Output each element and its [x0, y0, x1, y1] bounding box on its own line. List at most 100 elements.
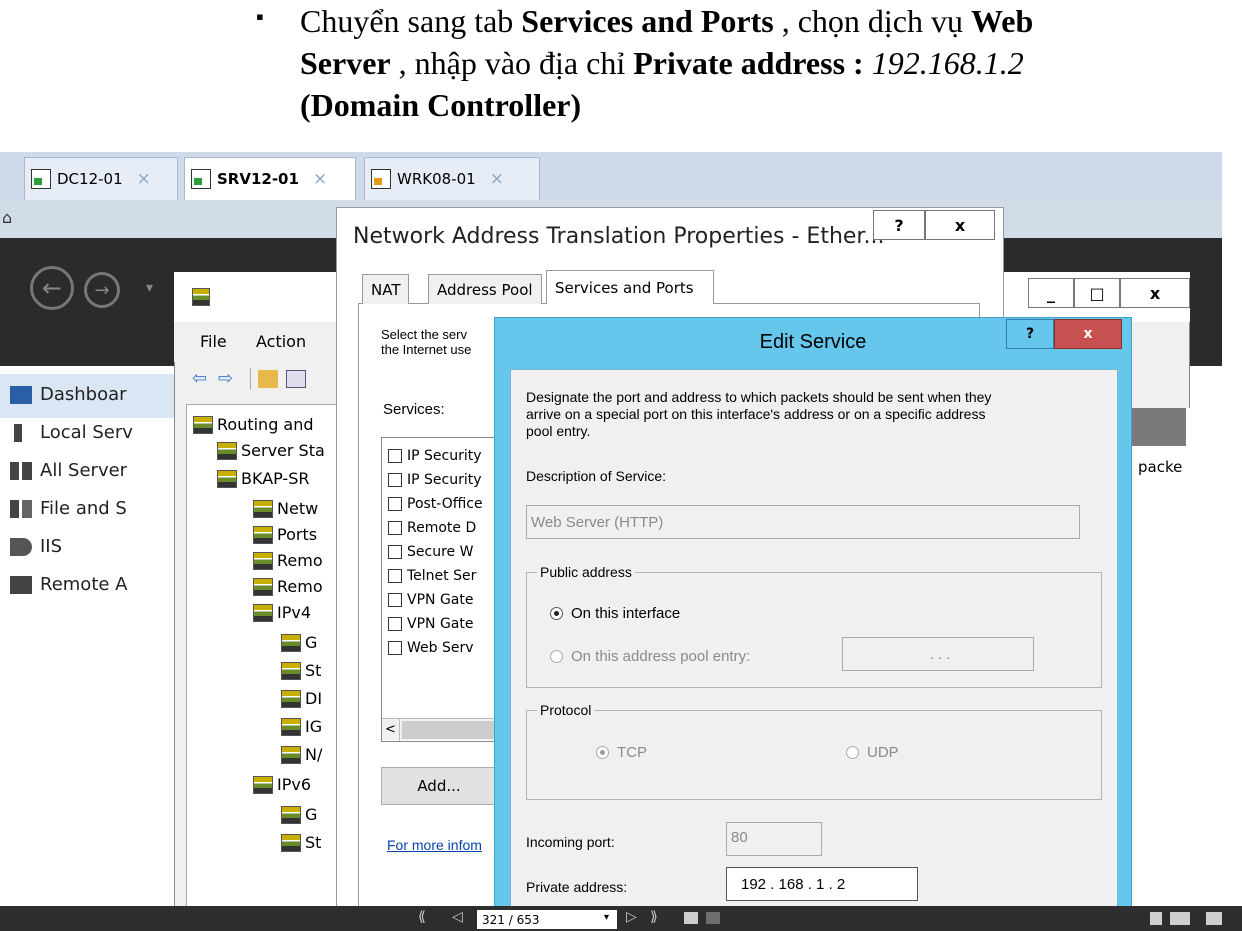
tab-nat[interactable]: NAT: [362, 274, 410, 304]
tab-services-and-ports[interactable]: Services and Ports: [546, 270, 714, 304]
sidebar-item-all-servers[interactable]: All Server: [40, 460, 127, 481]
radio-unselected[interactable]: [846, 746, 859, 759]
tree-item[interactable]: IPv4: [253, 603, 311, 622]
fit-icon[interactable]: [706, 912, 720, 924]
checkbox[interactable]: [388, 521, 402, 535]
single-page-icon[interactable]: [1150, 912, 1162, 925]
tree-item[interactable]: St: [281, 661, 321, 680]
description-label: Description of Service:: [526, 468, 667, 484]
tab-close-icon[interactable]: ×: [313, 169, 327, 189]
checkbox[interactable]: [388, 593, 402, 607]
tree-item[interactable]: N/: [281, 745, 322, 764]
udp-radio[interactable]: UDP: [846, 744, 899, 761]
list-item[interactable]: IP Security: [388, 448, 482, 464]
private-address-field[interactable]: 192 . 168 . 1 . 2: [726, 867, 918, 901]
tree-item[interactable]: G: [281, 633, 317, 652]
help-button[interactable]: ?: [1006, 319, 1054, 349]
services-list[interactable]: IP Security IP Security Post-Office Remo…: [381, 437, 511, 742]
tree-item[interactable]: G: [281, 805, 317, 824]
sidebar-item-dashboard[interactable]: Dashboar: [40, 384, 127, 405]
last-page-icon[interactable]: ⟫: [650, 909, 658, 925]
checkbox[interactable]: [388, 497, 402, 511]
checkbox[interactable]: [388, 641, 402, 655]
help-button[interactable]: ?: [873, 210, 925, 240]
checkbox[interactable]: [388, 617, 402, 631]
services-label: Services:: [383, 401, 445, 418]
list-item[interactable]: Remote D: [388, 520, 476, 536]
tab-wrk08-01[interactable]: WRK08-01 ×: [364, 157, 540, 200]
list-item[interactable]: Secure W: [388, 544, 473, 560]
close-button[interactable]: x: [1120, 278, 1190, 308]
tab-srv12-01[interactable]: SRV12-01 ×: [184, 157, 356, 200]
list-item[interactable]: Web Serv: [388, 640, 474, 656]
tree-item[interactable]: Remo: [253, 577, 323, 596]
pdf-viewer-bar: ⟪ ◁ ▷ ⟫: [0, 906, 1242, 931]
menu-action[interactable]: Action: [256, 332, 306, 351]
radio-selected[interactable]: [550, 607, 563, 620]
routing-node-icon: [253, 577, 273, 596]
on-interface-radio[interactable]: On this interface: [550, 605, 680, 622]
checkbox[interactable]: [388, 569, 402, 583]
next-page-icon[interactable]: ▷: [626, 909, 637, 925]
horizontal-scrollbar[interactable]: <: [382, 718, 510, 741]
nav-dropdown-icon[interactable]: ▾: [146, 280, 153, 296]
tree-item[interactable]: St: [281, 833, 321, 852]
list-item[interactable]: Telnet Ser: [388, 568, 476, 584]
checkbox[interactable]: [388, 449, 402, 463]
scroll-left-button[interactable]: <: [382, 719, 400, 741]
tree-item[interactable]: Server Sta: [217, 441, 325, 460]
tree-item[interactable]: IPv6: [253, 775, 311, 794]
show-hide-tree-icon[interactable]: [286, 370, 306, 388]
tree-item[interactable]: Remo: [253, 551, 323, 570]
folder-up-icon[interactable]: [258, 370, 278, 388]
forward-arrow-icon[interactable]: ⇨: [218, 368, 233, 389]
tree-item[interactable]: Routing and: [193, 415, 314, 434]
continuous-icon[interactable]: [1170, 912, 1190, 925]
maximize-button[interactable]: □: [1074, 278, 1120, 308]
close-button[interactable]: x: [1054, 319, 1122, 349]
list-item[interactable]: Post-Office: [388, 496, 483, 512]
tree-item[interactable]: Netw: [253, 499, 318, 518]
tab-address-pool[interactable]: Address Pool: [428, 274, 542, 304]
menu-file[interactable]: File: [200, 332, 227, 351]
tab-close-icon[interactable]: ×: [490, 169, 504, 189]
incoming-port-label: Incoming port:: [526, 834, 615, 850]
description-field[interactable]: Web Server (HTTP): [526, 505, 1080, 539]
sidebar-item-iis[interactable]: IIS: [40, 536, 62, 557]
first-page-icon[interactable]: ⟪: [418, 909, 426, 925]
checkbox[interactable]: [388, 473, 402, 487]
rras-tree: Routing and Server Sta BKAP-SR Netw Ports Rem…: [186, 404, 338, 908]
radio-selected[interactable]: [596, 746, 609, 759]
prev-page-icon[interactable]: ◁: [452, 909, 463, 925]
more-info-link[interactable]: For more infom: [387, 837, 482, 853]
page-dropdown-icon[interactable]: ▾: [604, 912, 609, 923]
tab-dc12-01[interactable]: DC12-01 ×: [24, 157, 178, 200]
sidebar-item-remote-access[interactable]: Remote A: [40, 574, 128, 595]
list-item[interactable]: IP Security: [388, 472, 482, 488]
back-icon[interactable]: ←: [30, 266, 74, 310]
close-button[interactable]: x: [925, 210, 995, 240]
tree-item[interactable]: DI: [281, 689, 322, 708]
pool-entry-radio[interactable]: On this address pool entry:: [550, 648, 750, 665]
tab-close-icon[interactable]: ×: [137, 169, 151, 189]
sidebar-item-file-storage[interactable]: File and S: [40, 498, 127, 519]
tree-item[interactable]: Ports: [253, 525, 317, 544]
rotate-icon[interactable]: [684, 912, 698, 924]
tree-item[interactable]: IG: [281, 717, 322, 736]
radio-unselected[interactable]: [550, 650, 563, 663]
tree-item[interactable]: BKAP-SR: [217, 469, 309, 488]
back-arrow-icon[interactable]: ⇦: [192, 368, 207, 389]
minimize-button[interactable]: _: [1028, 278, 1074, 308]
list-item[interactable]: VPN Gate: [388, 616, 473, 632]
checkbox[interactable]: [388, 545, 402, 559]
page-number-field[interactable]: 321 / 653 ▾: [477, 910, 617, 929]
sidebar-item-local-server[interactable]: Local Serv: [40, 422, 133, 443]
routing-node-icon: [217, 469, 237, 488]
list-item[interactable]: VPN Gate: [388, 592, 473, 608]
forward-icon[interactable]: →: [84, 272, 120, 308]
incoming-port-field[interactable]: 80: [726, 822, 822, 856]
tcp-radio[interactable]: TCP: [596, 744, 647, 761]
two-page-icon[interactable]: [1206, 912, 1222, 925]
add-button[interactable]: Add...: [381, 767, 497, 805]
pool-entry-ip-field[interactable]: . . .: [842, 637, 1034, 671]
